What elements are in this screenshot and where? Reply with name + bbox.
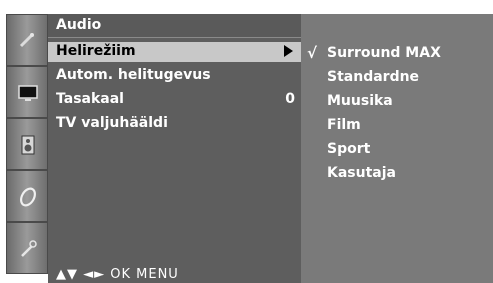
submenu-item-film[interactable]: Film [301, 114, 493, 138]
rail-item-picture[interactable] [6, 66, 48, 118]
satellite-dish-icon [17, 30, 39, 52]
submenu-item-label: Standardne [327, 69, 420, 85]
rail-item-setup[interactable] [6, 222, 48, 274]
audio-menu-panel: Audio Helirežiim Autom. helitugevus Tasa… [48, 14, 301, 283]
balance-value: 0 [285, 91, 295, 107]
menu-item-tv-speaker[interactable]: TV valjuhääldi [48, 114, 301, 134]
menu-item-balance[interactable]: Tasakaal 0 [48, 90, 301, 110]
submenu-item-user[interactable]: Kasutaja [301, 162, 493, 186]
menu-title: Audio [56, 17, 102, 33]
navigation-hint-text: ▲▼ ◄► OK MENU [56, 267, 179, 282]
menu-item-label: TV valjuhääldi [56, 115, 168, 131]
submenu-item-sport[interactable]: Sport [301, 138, 493, 162]
menu-item-label: Tasakaal [56, 91, 124, 107]
wrench-setup-icon [17, 238, 39, 260]
menu-item-label: Helirežiim [56, 43, 136, 59]
speaker-audio-icon [17, 134, 39, 156]
menu-item-label: Autom. helitugevus [56, 67, 211, 83]
submenu-item-standard[interactable]: Standardne [301, 66, 493, 90]
submenu-arrow-icon [284, 45, 293, 57]
tv-osd-screen: Audio Helirežiim Autom. helitugevus Tasa… [0, 0, 493, 283]
submenu-item-surround-max[interactable]: √ Surround MAX [301, 42, 493, 66]
category-rail [6, 14, 48, 276]
submenu-item-label: Muusika [327, 93, 393, 109]
sound-mode-submenu: √ Surround MAX Standardne Muusika Film S… [301, 14, 493, 283]
submenu-item-label: Sport [327, 141, 371, 157]
clock-time-icon [17, 186, 39, 208]
menu-item-sound-mode[interactable]: Helirežiim [48, 42, 301, 62]
navigation-hint: ▲▼ ◄► OK MENU [48, 267, 301, 283]
checkmark-icon: √ [307, 44, 318, 62]
menu-item-auto-volume[interactable]: Autom. helitugevus [48, 66, 301, 86]
submenu-item-music[interactable]: Muusika [301, 90, 493, 114]
submenu-item-label: Kasutaja [327, 165, 396, 181]
rail-item-audio[interactable] [6, 118, 48, 170]
rail-item-station[interactable] [6, 14, 48, 66]
submenu-item-label: Surround MAX [327, 45, 441, 61]
menu-header: Audio [48, 14, 301, 38]
submenu-item-label: Film [327, 117, 361, 133]
rail-item-time[interactable] [6, 170, 48, 222]
screen-picture-icon [17, 82, 39, 104]
